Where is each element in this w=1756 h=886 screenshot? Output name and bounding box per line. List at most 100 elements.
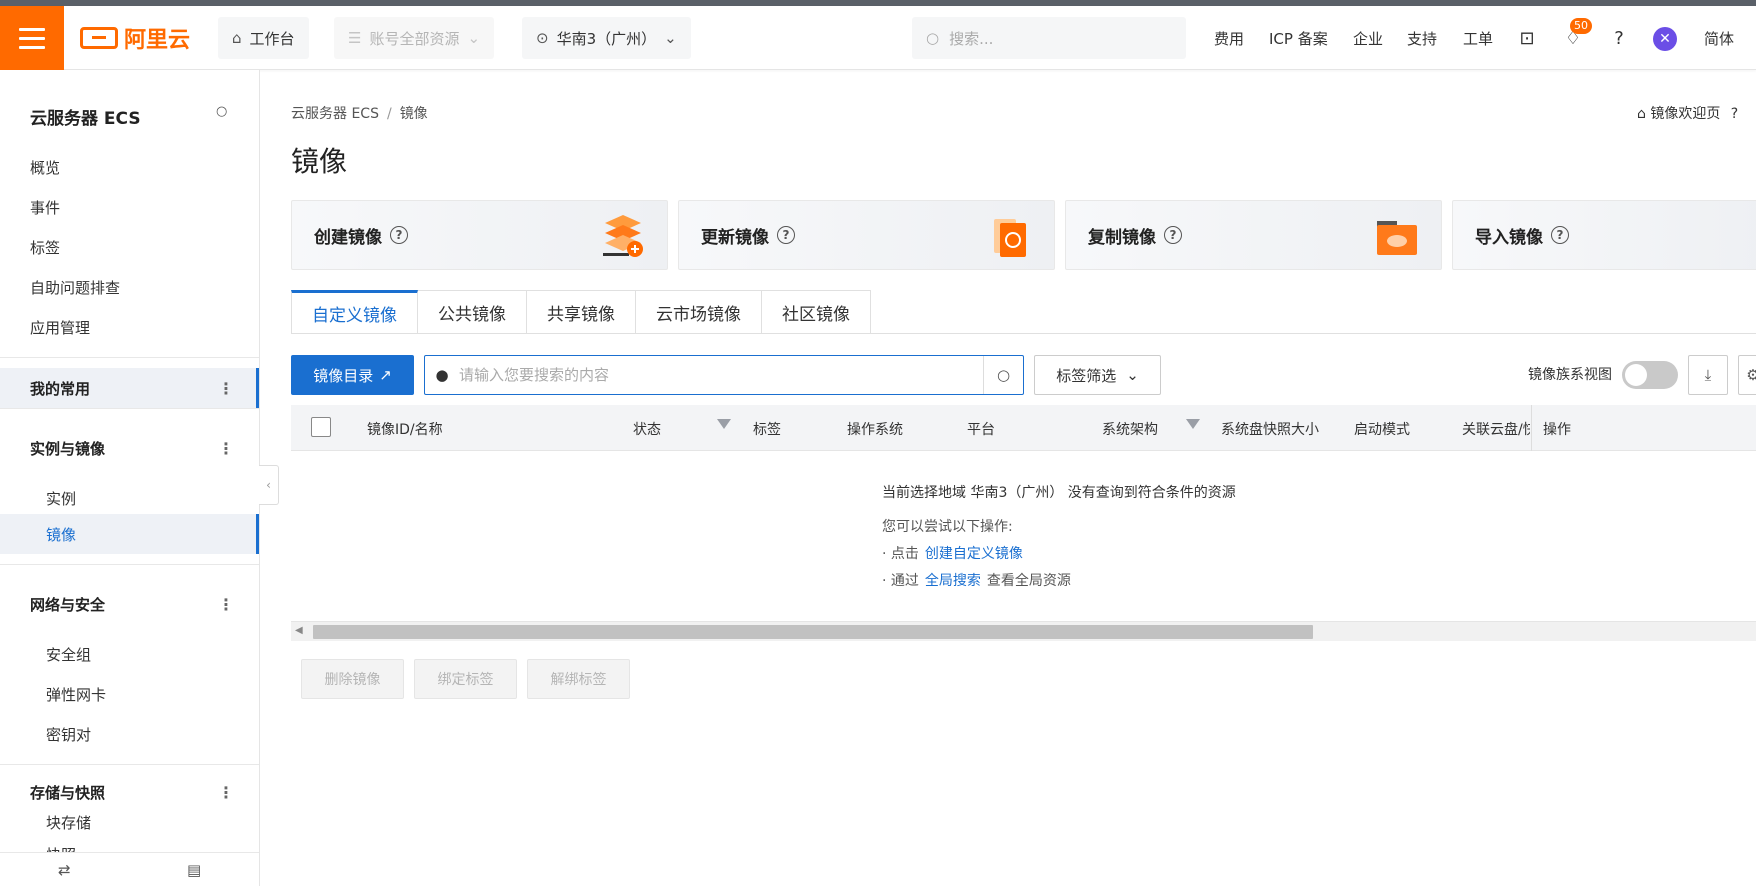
logo-mark-icon (80, 27, 118, 49)
switch-icon[interactable]: ⇄ (58, 861, 71, 879)
account-scope-dropdown: ☰ 账号全部资源 ⌄ (334, 17, 495, 59)
tab-custom-images[interactable]: 自定义镜像 (291, 290, 418, 334)
sidebar-item-app-management[interactable]: 应用管理 (30, 317, 90, 338)
help-icon[interactable]: ? (1607, 26, 1631, 50)
column-header: 关联云盘/快照 (1462, 422, 1530, 438)
delete-image-button: 删除镜像 (301, 659, 404, 699)
filter-icon[interactable] (717, 419, 731, 429)
scrollbar-thumb[interactable] (313, 625, 1313, 639)
column-header: 操作 (1543, 422, 1571, 438)
tag-filter-dropdown[interactable]: 标签筛选 ⌄ (1034, 355, 1161, 395)
home-icon: ⌂ (1637, 106, 1646, 122)
global-search-link[interactable]: 全局搜索 (925, 573, 981, 589)
group-label: 网络与安全 (30, 595, 106, 614)
nav-support[interactable]: 支持 (1407, 6, 1437, 70)
import-image-card[interactable]: 导入镜像? (1452, 200, 1756, 270)
logo-text: 阿里云 (124, 28, 191, 53)
sidebar-title: 云服务器 ECS (30, 109, 141, 129)
language-switch[interactable]: 简体 (1704, 6, 1734, 70)
create-image-card[interactable]: 创建镜像? (291, 200, 668, 270)
workbench-button[interactable]: ⌂ 工作台 (218, 17, 309, 59)
empty-state-message: 当前选择地域 华南3（广州） 没有查询到符合条件的资源 (882, 485, 1236, 501)
more-icon[interactable]: ⋮ (218, 595, 234, 614)
nav-icp[interactable]: ICP 备案 (1269, 6, 1328, 70)
aliyun-logo[interactable]: 阿里云 (80, 24, 191, 53)
column-header: 启动模式 (1354, 422, 1410, 438)
more-icon[interactable]: ⋮ (218, 439, 234, 458)
sidebar-item-key-pairs[interactable]: 密钥对 (46, 724, 91, 745)
help-icon[interactable]: ? (1551, 226, 1569, 244)
table-horizontal-scrollbar[interactable]: ◀ (291, 621, 1756, 641)
image-search-input[interactable] (459, 366, 983, 384)
update-image-card[interactable]: 更新镜像? (678, 200, 1055, 270)
sidebar-footer: ⇄ ▤ (0, 852, 259, 886)
sidebar-divider (0, 764, 259, 765)
tab-community-images[interactable]: 社区镜像 (762, 290, 871, 334)
region-selector[interactable]: ⊙ 华南3（广州） ⌄ (522, 17, 691, 59)
search-icon[interactable]: ○ (983, 356, 1023, 394)
select-all-checkbox[interactable] (311, 417, 331, 437)
region-label: 华南3（广州） (556, 29, 657, 48)
sidebar-collapse-button[interactable]: ‹ (259, 465, 279, 505)
sidebar: 云服务器 ECS ○ 概览 事件 标签 自助问题排查 应用管理 我的常用 ⋮ 实… (0, 70, 260, 886)
nav-fees[interactable]: 费用 (1214, 6, 1244, 70)
more-icon[interactable]: ⋮ (218, 379, 234, 398)
sidebar-group-favorites[interactable]: 我的常用 ⋮ (0, 368, 259, 408)
user-avatar[interactable]: ✕ (1653, 27, 1677, 51)
tab-marketplace-images[interactable]: 云市场镜像 (636, 290, 762, 334)
group-label: 存储与快照 (30, 783, 106, 802)
image-type-tabs: 自定义镜像 公共镜像 共享镜像 云市场镜像 社区镜像 (291, 290, 871, 334)
image-search-box: ● ○ (424, 355, 1024, 395)
help-icon[interactable]: ? (390, 226, 408, 244)
home-icon: ⌂ (232, 29, 242, 47)
nav-enterprise[interactable]: 企业 (1353, 6, 1383, 70)
global-search-input[interactable]: ○ 搜索... (912, 17, 1186, 59)
nav-ticket[interactable]: 工单 (1463, 6, 1493, 70)
sidebar-item-images[interactable]: 镜像 (46, 524, 76, 545)
page-title: 镜像 (291, 145, 348, 178)
column-header: 操作系统 (847, 422, 903, 438)
table-header: 镜像ID/名称 状态 标签 操作系统 平台 系统架构 系统盘快照大小 启动模式 … (291, 405, 1756, 451)
sidebar-group-instances-images[interactable]: 实例与镜像 ⋮ (0, 428, 259, 468)
image-welcome-link[interactable]: ⌂ 镜像欢迎页 ? (1637, 103, 1738, 123)
sidebar-item-tags[interactable]: 标签 (30, 237, 60, 258)
empty-state-tip: · 点击 创建自定义镜像 (882, 546, 1023, 562)
help-icon[interactable]: ? (777, 226, 795, 244)
sidebar-search-icon[interactable]: ○ (216, 104, 227, 119)
sidebar-item-snapshots[interactable]: 快照 (46, 844, 76, 852)
column-header: 平台 (967, 422, 995, 438)
sidebar-item-instances[interactable]: 实例 (46, 488, 76, 509)
help-icon[interactable]: ? (1731, 106, 1738, 122)
image-catalog-button[interactable]: 镜像目录 ↗ (291, 355, 414, 395)
sidebar-group-storage-snapshots[interactable]: 存储与快照 ⋮ (0, 772, 259, 812)
create-image-icon (603, 215, 643, 257)
list-icon: ☰ (348, 29, 362, 47)
help-icon[interactable]: ? (1164, 226, 1182, 244)
create-custom-image-link[interactable]: 创建自定义镜像 (925, 546, 1023, 562)
scroll-left-icon[interactable]: ◀ (295, 625, 303, 636)
location-icon: ⊙ (536, 29, 549, 47)
family-view-toggle[interactable] (1622, 361, 1678, 389)
tab-shared-images[interactable]: 共享镜像 (527, 290, 636, 334)
sidebar-item-security-groups[interactable]: 安全组 (46, 644, 91, 665)
more-icon[interactable]: ⋮ (218, 783, 234, 802)
terminal-icon[interactable]: ⊡ (1515, 26, 1539, 50)
copy-image-icon (1377, 221, 1417, 255)
tab-public-images[interactable]: 公共镜像 (418, 290, 527, 334)
sidebar-group-network-security[interactable]: 网络与安全 ⋮ (0, 584, 259, 624)
download-icon[interactable]: ⤓ (1688, 355, 1728, 395)
sidebar-item-eni[interactable]: 弹性网卡 (46, 684, 106, 705)
settings-icon[interactable]: ⚙ (1738, 355, 1756, 395)
sidebar-item-events[interactable]: 事件 (30, 197, 60, 218)
account-scope-label: 账号全部资源 (369, 29, 460, 48)
breadcrumb-ecs[interactable]: 云服务器 ECS (291, 106, 379, 122)
copy-image-card[interactable]: 复制镜像? (1065, 200, 1442, 270)
hamburger-menu-button[interactable] (0, 6, 64, 70)
column-header: 标签 (753, 422, 781, 438)
sidebar-item-overview[interactable]: 概览 (30, 157, 60, 178)
search-icon: ○ (926, 29, 940, 47)
feedback-icon[interactable]: ▤ (187, 861, 201, 879)
sidebar-item-block-storage[interactable]: 块存储 (46, 812, 91, 833)
sidebar-item-troubleshoot[interactable]: 自助问题排查 (30, 277, 120, 298)
filter-icon[interactable] (1186, 419, 1200, 429)
